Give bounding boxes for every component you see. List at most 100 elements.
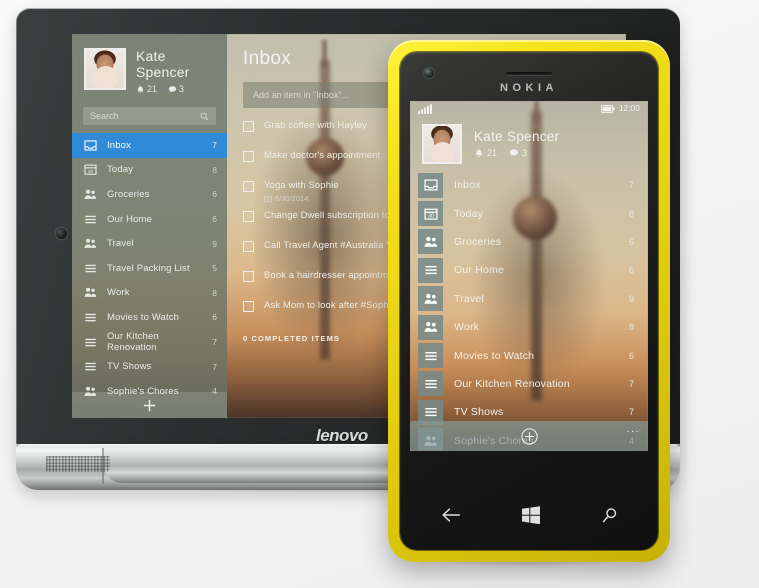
sidebar-item-movies-to-watch[interactable]: Movies to Watch 6: [72, 305, 227, 330]
list-item-tile: [418, 371, 443, 397]
list-item-travel[interactable]: Travel 9: [410, 285, 648, 313]
list-icon: [85, 215, 96, 223]
list-item-movies-to-watch[interactable]: Movies to Watch 6: [410, 341, 648, 369]
sidebar-item-groceries[interactable]: Groceries 6: [72, 182, 227, 207]
sidebar-item-work[interactable]: Work 8: [72, 281, 227, 306]
comment-icon: [509, 149, 519, 157]
sidebar-item-label: Work: [107, 287, 130, 299]
phone-list-nav: Inbox 7 30 Today 8 Groceries 6 Our Home 6 Travel 9…: [410, 171, 648, 451]
people-icon: [424, 236, 437, 247]
overflow-menu-button[interactable]: ...: [627, 424, 640, 435]
list-item-our-home[interactable]: Our Home 6: [410, 256, 648, 284]
list-item-work[interactable]: Work 8: [410, 313, 648, 341]
sidebar-item-label: Today: [107, 164, 134, 176]
search-input[interactable]: Search: [83, 107, 216, 125]
sidebar-item-count: 7: [212, 361, 217, 372]
windows-logo-icon[interactable]: [521, 506, 540, 524]
sidebar-item-travel[interactable]: Travel 9: [72, 231, 227, 256]
sidebar-item-today[interactable]: 30 Today 8: [72, 158, 227, 183]
list-item-groceries[interactable]: Groceries 6: [410, 228, 648, 256]
plus-icon: [143, 399, 156, 411]
list-item-label: TV Shows: [454, 406, 504, 419]
calendar-icon: 30: [84, 164, 97, 176]
sidebar-item-label: Movies to Watch: [107, 311, 180, 323]
calendar-icon: 30: [423, 208, 438, 220]
phone-status-bar: 12:00: [410, 101, 648, 116]
sidebar-item-tv-shows[interactable]: TV Shows 7: [72, 354, 227, 379]
people-icon: [424, 321, 437, 332]
speaker-grille-left: [46, 456, 110, 472]
search-icon[interactable]: [200, 112, 209, 121]
task-checkbox[interactable]: [243, 301, 254, 312]
list-item-count: 6: [628, 350, 634, 361]
nokia-lumia-phone: NOKIA 12:00 Kate Spencer 21 3 Inbox 7 30…: [388, 40, 670, 562]
inbox-icon: [84, 140, 97, 151]
plus-circle-icon[interactable]: [520, 427, 539, 446]
add-list-button[interactable]: [72, 392, 227, 418]
list-item-label: Today: [454, 207, 484, 220]
sidebar-item-label: Travel Packing List: [107, 262, 190, 274]
list-item-count: 8: [628, 208, 634, 219]
comments-count: 3: [179, 84, 185, 94]
lenovo-logo: lenovo: [316, 426, 368, 445]
sidebar-item-inbox[interactable]: Inbox 7: [72, 133, 227, 158]
comment-icon: [168, 85, 177, 92]
list-icon: [85, 338, 96, 346]
task-checkbox[interactable]: [243, 271, 254, 282]
search-placeholder: Search: [90, 111, 119, 121]
list-item-inbox[interactable]: Inbox 7: [410, 171, 648, 199]
list-icon: [85, 313, 96, 322]
list-item-label: Inbox: [454, 179, 481, 192]
task-checkbox[interactable]: [243, 121, 254, 132]
task-text: Yoga with Sophie: [264, 180, 339, 191]
task-text: Grab coffee with Hayley: [264, 120, 367, 131]
sidebar-item-label: Inbox: [107, 139, 131, 151]
profile-stats: 21 3: [136, 84, 215, 94]
list-icon: [85, 362, 96, 371]
task-checkbox[interactable]: [243, 211, 254, 222]
sidebar-item-travel-packing-list[interactable]: Travel Packing List 5: [72, 256, 227, 281]
phone-nav-bar: [410, 494, 648, 536]
avatar: [84, 48, 126, 90]
task-checkbox[interactable]: [243, 151, 254, 162]
list-item-count: 6: [628, 236, 634, 247]
svg-text:30: 30: [88, 169, 94, 175]
sidebar-item-our-home[interactable]: Our Home 6: [72, 207, 227, 232]
list-icon: [424, 351, 437, 360]
profile-name: Kate Spencer: [474, 129, 560, 144]
bell-icon: [137, 85, 144, 93]
list-item-label: Travel: [454, 292, 484, 305]
svg-text:30: 30: [428, 213, 434, 219]
list-item-count: 7: [628, 180, 634, 191]
phone-profile[interactable]: Kate Spencer 21 3: [410, 116, 648, 171]
list-item-today[interactable]: 30 Today 8: [410, 199, 648, 227]
tablet-profile[interactable]: Kate Spencer 21 3: [72, 34, 227, 98]
list-item-label: Movies to Watch: [454, 349, 535, 362]
sidebar-item-our-kitchen-renovation[interactable]: Our Kitchen Renovation 7: [72, 330, 227, 355]
list-item-count: 8: [628, 322, 634, 333]
task-text: Book a hairdresser appointment: [264, 270, 402, 281]
comments-stat: 3: [168, 84, 184, 94]
status-right-group: 12:00: [600, 104, 640, 113]
signal-bars-icon: [418, 103, 432, 114]
sidebar-item-label: Travel: [107, 238, 134, 250]
list-item-our-kitchen-renovation[interactable]: Our Kitchen Renovation 7: [410, 370, 648, 398]
search-icon[interactable]: [601, 507, 618, 524]
battery-icon: [600, 104, 615, 113]
sidebar-item-count: 5: [212, 263, 217, 274]
sidebar-item-label: Groceries: [107, 188, 150, 200]
people-icon: [424, 293, 437, 304]
notifications-stat: 21: [136, 84, 157, 94]
list-item-tile: 30: [418, 201, 443, 227]
list-item-label: Our Home: [454, 264, 505, 277]
sidebar-item-count: 6: [212, 312, 217, 323]
task-checkbox[interactable]: [243, 241, 254, 252]
list-item-label: Our Kitchen Renovation: [454, 377, 570, 390]
list-icon: [424, 266, 437, 275]
notifications-count: 21: [487, 148, 498, 158]
back-arrow-icon[interactable]: [441, 507, 461, 523]
sidebar-item-count: 6: [212, 214, 217, 225]
list-item-label: Work: [454, 321, 480, 334]
task-checkbox[interactable]: [243, 181, 254, 192]
phone-screen: 12:00 Kate Spencer 21 3 Inbox 7 30 Today…: [410, 101, 648, 451]
